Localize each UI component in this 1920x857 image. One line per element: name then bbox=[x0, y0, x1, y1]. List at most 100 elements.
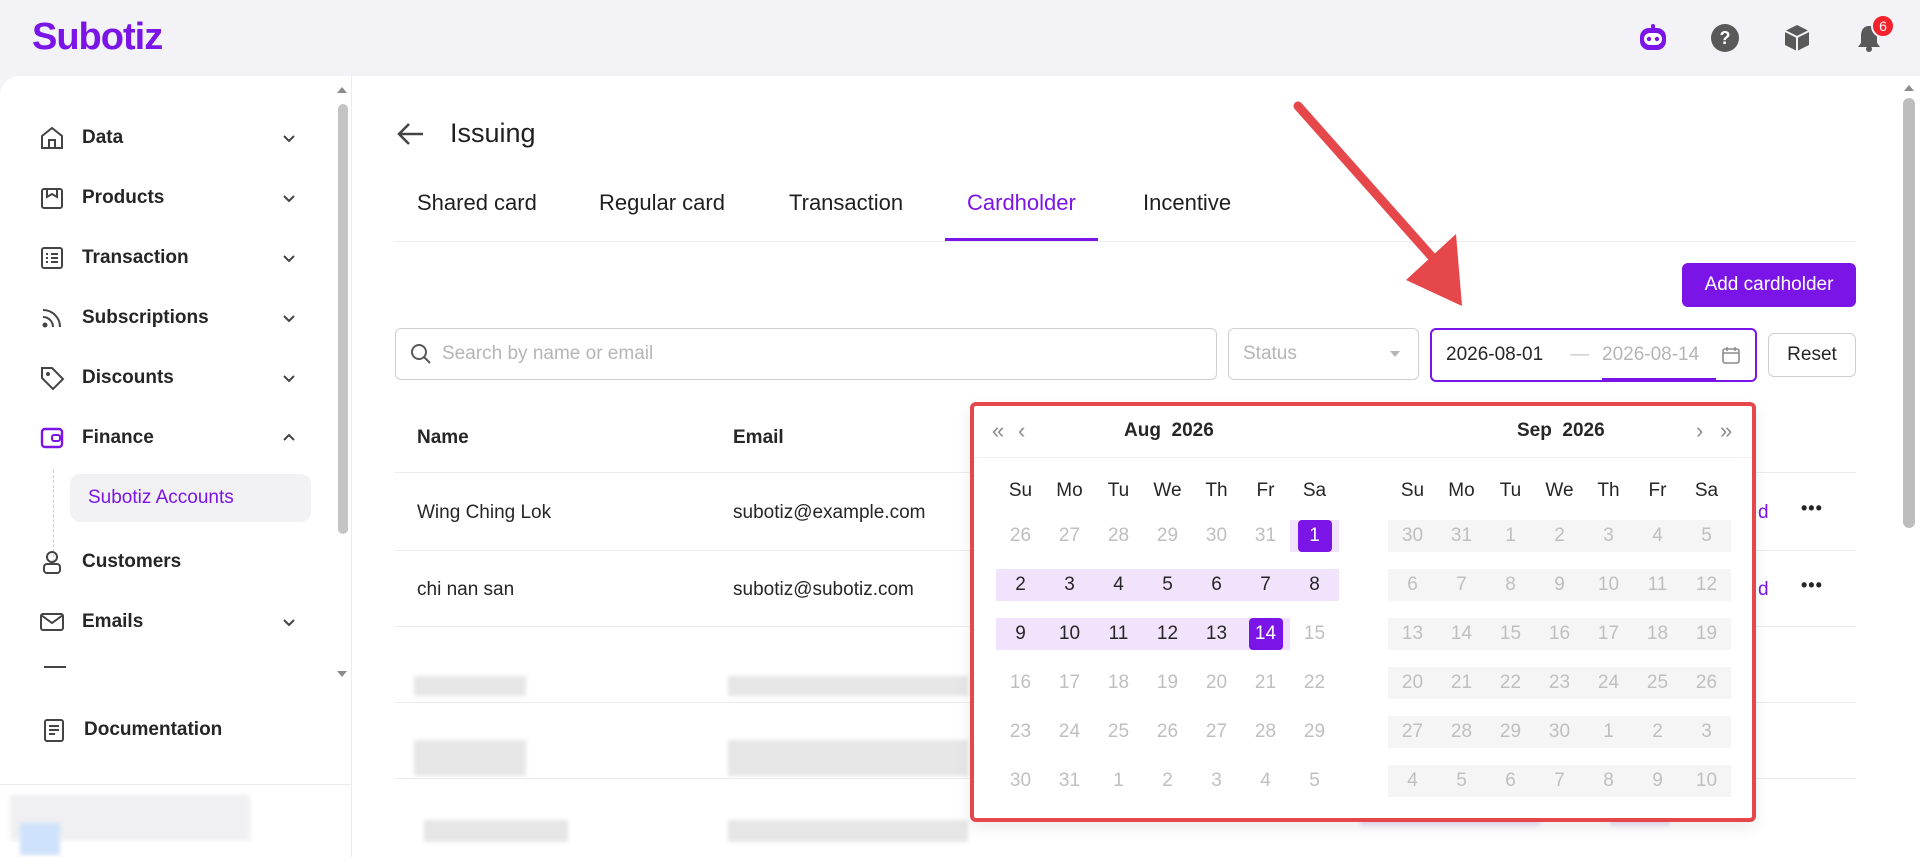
sidebar-scroll-thumb[interactable] bbox=[338, 104, 348, 534]
next-month-icon[interactable]: › bbox=[1696, 418, 1703, 444]
calendar-day[interactable]: 16 bbox=[996, 667, 1045, 699]
calendar-day[interactable]: 25 bbox=[1094, 716, 1143, 748]
prev-month-icon[interactable]: ‹ bbox=[1018, 418, 1025, 444]
tab-incentive[interactable]: Incentive bbox=[1143, 186, 1231, 242]
row-1-link[interactable]: d bbox=[1758, 502, 1769, 524]
sidebar-item-discounts[interactable]: Discounts bbox=[38, 358, 298, 398]
calendar-day[interactable]: 21 bbox=[1241, 667, 1290, 699]
tab-transaction[interactable]: Transaction bbox=[789, 186, 903, 242]
tab-cardholder[interactable]: Cardholder bbox=[967, 186, 1076, 242]
calendar-day[interactable]: 19 bbox=[1143, 667, 1192, 699]
row-2-more-icon[interactable]: ••• bbox=[1801, 575, 1823, 596]
status-select[interactable]: Status bbox=[1228, 328, 1419, 380]
calendar-day[interactable]: 13 bbox=[1192, 618, 1241, 650]
calendar-day[interactable]: 5 bbox=[1682, 520, 1731, 552]
date-end-input[interactable]: 2026-08-14 bbox=[1602, 344, 1699, 366]
row-2-link[interactable]: d bbox=[1758, 579, 1769, 601]
calendar-day[interactable]: 29 bbox=[1290, 716, 1339, 748]
calendar-day[interactable]: 10 bbox=[1045, 618, 1094, 650]
calendar-day[interactable]: 23 bbox=[1535, 667, 1584, 699]
calendar-day[interactable]: 3 bbox=[1045, 569, 1094, 601]
tab-regular-card[interactable]: Regular card bbox=[599, 186, 725, 242]
calendar-day[interactable]: 18 bbox=[1094, 667, 1143, 699]
calendar-day[interactable]: 24 bbox=[1045, 716, 1094, 748]
calendar-day[interactable]: 18 bbox=[1633, 618, 1682, 650]
calendar-day[interactable]: 28 bbox=[1437, 716, 1486, 748]
sidebar-item-documentation[interactable]: Documentation bbox=[40, 710, 300, 750]
calendar-day[interactable]: 12 bbox=[1143, 618, 1192, 650]
help-icon[interactable]: ? bbox=[1709, 22, 1741, 54]
calendar-day[interactable]: 20 bbox=[1192, 667, 1241, 699]
date-start-input[interactable]: 2026-08-01 bbox=[1446, 344, 1543, 366]
calendar-day[interactable]: 19 bbox=[1682, 618, 1731, 650]
calendar-day[interactable]: 14 bbox=[1241, 618, 1290, 650]
reset-button[interactable]: Reset bbox=[1768, 333, 1856, 377]
sidebar-item-data[interactable]: Data bbox=[38, 118, 298, 158]
calendar-day[interactable]: 23 bbox=[996, 716, 1045, 748]
calendar-day[interactable]: 29 bbox=[1486, 716, 1535, 748]
sidebar-account-area[interactable] bbox=[0, 784, 352, 857]
next-year-icon[interactable]: » bbox=[1720, 418, 1732, 444]
sidebar-item-transaction[interactable]: Transaction bbox=[38, 238, 298, 278]
package-icon[interactable] bbox=[1781, 22, 1813, 54]
calendar-day[interactable]: 5 bbox=[1143, 569, 1192, 601]
calendar-day[interactable]: 8 bbox=[1486, 569, 1535, 601]
calendar-day[interactable]: 3 bbox=[1584, 520, 1633, 552]
bell-icon[interactable]: 6 bbox=[1853, 14, 1895, 54]
calendar-day[interactable]: 28 bbox=[1241, 716, 1290, 748]
sidebar-scrollbar[interactable] bbox=[336, 84, 348, 680]
calendar-day[interactable]: 24 bbox=[1584, 667, 1633, 699]
calendar-day[interactable]: 30 bbox=[1535, 716, 1584, 748]
search-input[interactable]: Search by name or email bbox=[395, 328, 1217, 380]
page-scroll-thumb[interactable] bbox=[1903, 98, 1915, 528]
add-cardholder-button[interactable]: Add cardholder bbox=[1682, 263, 1856, 307]
tab-shared-card[interactable]: Shared card bbox=[417, 186, 537, 242]
sidebar-item-products[interactable]: Products bbox=[38, 178, 298, 218]
sidebar-item-finance[interactable]: Finance bbox=[38, 418, 298, 458]
calendar-day[interactable]: 27 bbox=[1388, 716, 1437, 748]
calendar-day[interactable]: 25 bbox=[1633, 667, 1682, 699]
calendar-day[interactable]: 8 bbox=[1290, 569, 1339, 601]
calendar-day[interactable]: 17 bbox=[1045, 667, 1094, 699]
calendar-day[interactable]: 9 bbox=[996, 618, 1045, 650]
app-logo[interactable]: Subotiz bbox=[32, 16, 163, 59]
calendar-day[interactable]: 31 bbox=[1045, 765, 1094, 797]
calendar-day[interactable]: 6 bbox=[1192, 569, 1241, 601]
calendar-day[interactable]: 22 bbox=[1486, 667, 1535, 699]
calendar-day[interactable]: 13 bbox=[1388, 618, 1437, 650]
calendar-day[interactable]: 10 bbox=[1584, 569, 1633, 601]
sidebar-item-customers[interactable]: Customers bbox=[38, 542, 298, 582]
calendar-day[interactable]: 7 bbox=[1437, 569, 1486, 601]
calendar-day[interactable]: 4 bbox=[1094, 569, 1143, 601]
calendar-day[interactable]: 1 bbox=[1290, 520, 1339, 552]
calendar-day[interactable]: 11 bbox=[1094, 618, 1143, 650]
sidebar-item-emails[interactable]: Emails bbox=[38, 602, 298, 642]
calendar-day[interactable]: 2 bbox=[1535, 520, 1584, 552]
calendar-day[interactable]: 9 bbox=[1535, 569, 1584, 601]
calendar-day[interactable]: 26 bbox=[1143, 716, 1192, 748]
calendar-day[interactable]: 2 bbox=[996, 569, 1045, 601]
back-arrow-icon[interactable] bbox=[395, 120, 427, 148]
calendar-day[interactable]: 14 bbox=[1437, 618, 1486, 650]
calendar-day[interactable]: 20 bbox=[1388, 667, 1437, 699]
calendar-day[interactable]: 1 bbox=[1486, 520, 1535, 552]
calendar-day[interactable]: 12 bbox=[1682, 569, 1731, 601]
calendar-day[interactable]: 17 bbox=[1584, 618, 1633, 650]
calendar-day[interactable]: 21 bbox=[1437, 667, 1486, 699]
prev-year-icon[interactable]: « bbox=[992, 418, 1004, 444]
calendar-day[interactable]: 15 bbox=[1290, 618, 1339, 650]
calendar-day[interactable]: 27 bbox=[1192, 716, 1241, 748]
calendar-day[interactable]: 11 bbox=[1633, 569, 1682, 601]
calendar-day[interactable]: 15 bbox=[1486, 618, 1535, 650]
row-1-more-icon[interactable]: ••• bbox=[1801, 498, 1823, 519]
calendar-day[interactable]: 22 bbox=[1290, 667, 1339, 699]
calendar-day[interactable]: 26 bbox=[1682, 667, 1731, 699]
calendar-day[interactable]: 7 bbox=[1241, 569, 1290, 601]
calendar-day[interactable]: 30 bbox=[996, 765, 1045, 797]
calendar-day[interactable]: 16 bbox=[1535, 618, 1584, 650]
calendar-day[interactable]: 6 bbox=[1388, 569, 1437, 601]
bot-icon[interactable] bbox=[1637, 22, 1669, 54]
calendar-day[interactable]: 4 bbox=[1633, 520, 1682, 552]
date-range-picker[interactable]: 2026-08-01 — 2026-08-14 bbox=[1430, 328, 1757, 382]
page-scrollbar[interactable] bbox=[1898, 76, 1920, 857]
